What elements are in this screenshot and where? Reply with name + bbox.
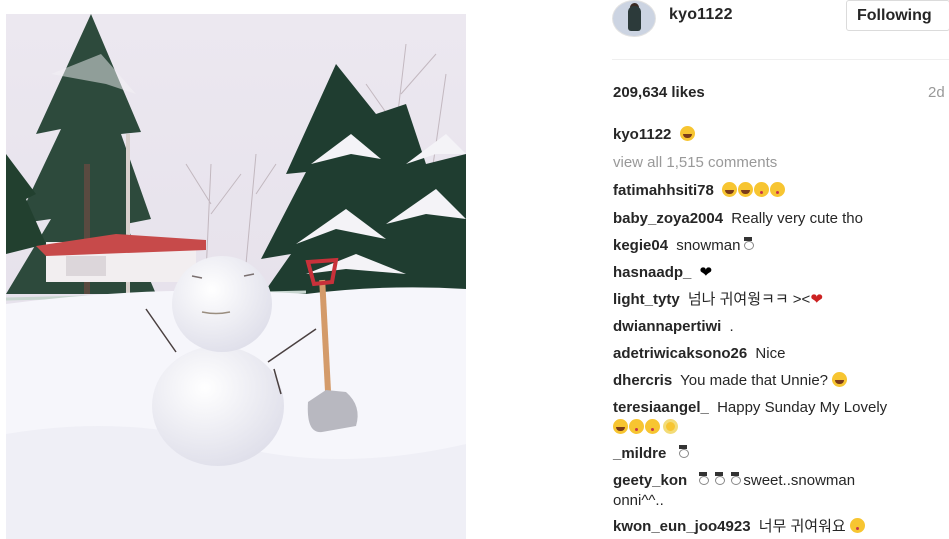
comment-list: kyo1122 view all 1,515 comments fatimahh… — [613, 125, 949, 537]
avatar[interactable] — [612, 0, 656, 37]
comment-text: snowman — [676, 237, 741, 254]
comment-item: hasnaadp_ ❤ — [613, 263, 949, 283]
comment-item: adetriwicaksono26 Nice — [613, 344, 949, 364]
following-button[interactable]: Following — [846, 0, 949, 31]
black-heart-icon: ❤ — [699, 264, 713, 281]
comment-item: geety_kon sweet..snowman onni^^.. — [613, 471, 949, 511]
caption: kyo1122 — [613, 125, 949, 145]
comment-item: teresiaangel_ Happy Sunday My Lovely — [613, 398, 949, 438]
kissing-face-icon — [754, 182, 770, 197]
comment-item: kegie04 snowman — [613, 236, 949, 256]
heart-eyes-face-icon — [849, 518, 865, 533]
comment-text: Happy Sunday My Lovely — [717, 399, 888, 416]
comment-item: dhercris You made that Unnie? — [613, 371, 949, 391]
comment-item: light_tyty 넘나 귀여웡ㅋㅋ ><❤ — [613, 290, 949, 310]
comment-text-continued: onni^^.. — [613, 492, 664, 509]
comment-item: baby_zoya2004 Really very cute tho — [613, 209, 949, 229]
snowman-icon — [728, 472, 742, 488]
grinning-face-icon — [722, 182, 738, 197]
kissing-face-icon — [629, 419, 644, 434]
grinning-face-icon — [679, 126, 695, 141]
comment-username[interactable]: dhercris — [613, 372, 672, 389]
comment-username[interactable]: light_tyty — [613, 291, 680, 308]
comment-username[interactable]: kwon_eun_joo4923 — [613, 518, 751, 535]
sunflower-icon — [663, 419, 678, 434]
comment-item: dwiannapertiwi . — [613, 317, 949, 337]
post-header: kyo1122 Following — [612, 0, 949, 60]
grinning-face-icon — [832, 372, 848, 387]
smiling-face-icon — [613, 419, 628, 434]
likes-count[interactable]: 209,634 likes — [613, 84, 705, 101]
comment-username[interactable]: teresiaangel_ — [613, 399, 709, 416]
snowman-icon — [741, 237, 755, 253]
comment-text: 너무 귀여워요 — [758, 518, 846, 535]
comment-username[interactable]: fatimahhsiti78 — [613, 182, 714, 199]
comment-username[interactable]: hasnaadp_ — [613, 264, 691, 281]
kissing-face-icon — [645, 419, 660, 434]
comment-username[interactable]: baby_zoya2004 — [613, 210, 723, 227]
comment-username[interactable]: _mildre — [613, 445, 666, 462]
author-username[interactable]: kyo1122 — [669, 6, 733, 24]
snowman-icon — [712, 472, 726, 488]
grinning-face-icon — [738, 182, 754, 197]
comment-text: . — [729, 318, 734, 335]
snowman-icon — [676, 445, 690, 461]
comment-item: kwon_eun_joo4923 너무 귀여워요 — [613, 517, 949, 537]
comment-text: 넘나 귀여웡ㅋㅋ >< — [687, 291, 811, 308]
view-all-comments-link[interactable]: view all 1,515 comments — [613, 153, 949, 173]
red-heart-icon: ❤ — [810, 291, 823, 308]
post-sidebar: kyo1122 Following 209,634 likes 2d kyo11… — [612, 0, 949, 539]
comment-item: fatimahhsiti78 — [613, 181, 949, 201]
comment-username[interactable]: adetriwicaksono26 — [613, 345, 747, 362]
post-photo[interactable] — [6, 14, 466, 539]
comment-text: Really very cute tho — [731, 210, 863, 227]
kissing-face-icon — [770, 182, 786, 197]
post-time-ago[interactable]: 2d — [928, 84, 945, 101]
snowman-photo-image — [6, 14, 466, 539]
caption-username[interactable]: kyo1122 — [613, 126, 671, 143]
comment-text: You made that Unnie? — [680, 372, 828, 389]
comment-username[interactable]: geety_kon — [613, 472, 687, 489]
comment-item: _mildre — [613, 444, 949, 464]
comment-text: sweet..snowman — [743, 472, 856, 489]
comment-username[interactable]: kegie04 — [613, 237, 668, 254]
avatar-figure-shape — [628, 6, 641, 31]
comment-username[interactable]: dwiannapertiwi — [613, 318, 721, 335]
comment-text: Nice — [755, 345, 786, 362]
snowman-icon — [696, 472, 710, 488]
